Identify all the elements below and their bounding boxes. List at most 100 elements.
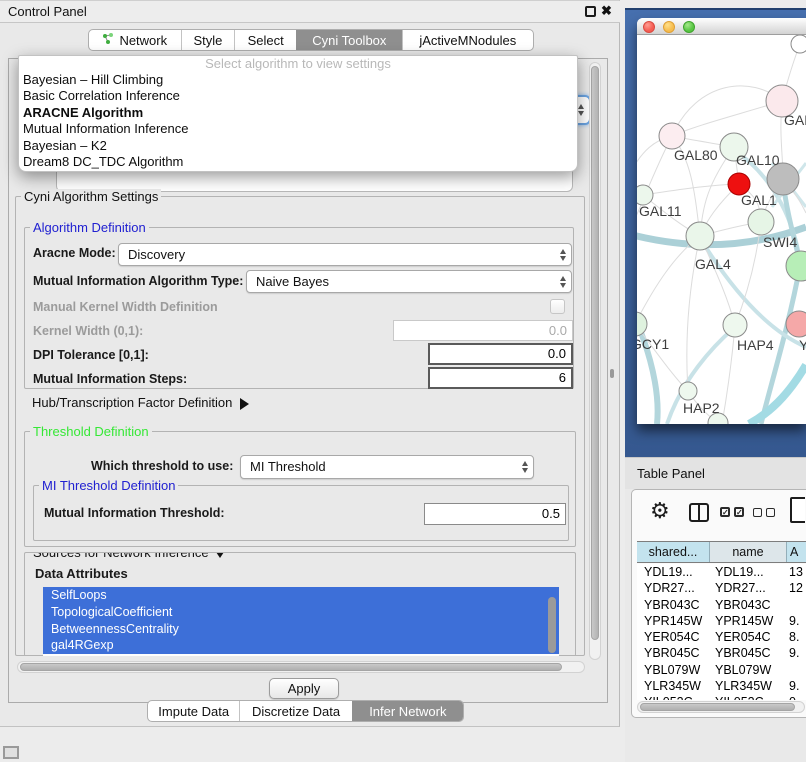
dropdown-item[interactable]: Basic Correlation Inference — [19, 88, 577, 104]
settings-vertical-scrollbar[interactable] — [589, 62, 601, 660]
mi-algorithm-type-combobox[interactable]: Naive Bayes — [246, 270, 572, 293]
network-canvas: GAL GAL80 GAL10 GAL11 GAL1 SWI4 GAL4 GCY… — [637, 35, 806, 424]
dropdown-item[interactable]: Bayesian – Hill Climbing — [19, 72, 577, 88]
app-root: Control Panel ✖ Network Style Sel — [0, 0, 806, 762]
table-row[interactable]: YPR145WYPR145W9. — [637, 613, 806, 629]
table-row[interactable]: YLR345WYLR345W9. — [637, 678, 806, 694]
nodes — [637, 35, 806, 424]
cell-shared-name: YPR145W — [637, 613, 710, 629]
tab-select[interactable]: Select — [234, 30, 296, 50]
network-node[interactable] — [637, 312, 647, 336]
threshold-definition-title: Threshold Definition — [30, 424, 152, 439]
network-node[interactable] — [679, 382, 697, 400]
collapsed-arrow-icon[interactable] — [240, 398, 249, 410]
close-panel-icon[interactable]: ✖ — [601, 3, 612, 19]
list-scrollbar-thumb[interactable] — [548, 597, 556, 653]
network-node[interactable] — [748, 209, 774, 235]
column-header-shared-name[interactable]: shared... — [637, 542, 710, 562]
sources-toggle[interactable]: Sources for Network Inference — [30, 552, 229, 560]
mi-threshold-definition-title: MI Threshold Definition — [39, 478, 178, 493]
list-item[interactable]: TopologicalCoefficient — [43, 604, 559, 621]
list-item[interactable]: SelfLoops — [43, 587, 559, 604]
dropdown-item[interactable]: Mutual Information Inference — [19, 121, 577, 137]
table-toolbar: ⚙ ✓✓ — [632, 490, 805, 537]
stepper-icon[interactable] — [522, 461, 528, 473]
kernel-width-field[interactable]: 0.0 — [393, 320, 573, 341]
table-row[interactable]: YBL079WYBL079W — [637, 662, 806, 678]
gear-icon[interactable]: ⚙ — [650, 498, 670, 524]
tab-jactivemnodules[interactable]: jActiveMNodules — [402, 30, 533, 50]
tab-cyni-toolbox[interactable]: Cyni Toolbox — [296, 30, 402, 50]
list-item[interactable]: BetweennessCentrality — [43, 621, 559, 638]
settings-horizontal-scrollbar[interactable] — [17, 661, 585, 673]
network-node[interactable] — [723, 313, 747, 337]
select-all-columns-icon[interactable]: ✓✓ — [720, 507, 744, 517]
stepper-icon[interactable] — [560, 249, 566, 261]
cell-value: 9. — [787, 678, 806, 694]
network-node[interactable] — [659, 123, 685, 149]
list-item[interactable]: gal4RGexp — [43, 637, 559, 654]
columns-icon[interactable] — [689, 503, 709, 522]
float-panel-icon[interactable] — [585, 6, 596, 17]
threshold-definition-group: Threshold Definition Which threshold to … — [24, 431, 576, 547]
network-desktop: GAL GAL80 GAL10 GAL11 GAL1 SWI4 GAL4 GCY… — [625, 8, 806, 457]
table-row[interactable]: YDL19...YDL19...13 — [637, 564, 806, 580]
column-header-name[interactable]: name — [710, 542, 787, 562]
node-label: GCY1 — [637, 336, 669, 352]
column-header-partial[interactable]: A — [787, 542, 806, 562]
mi-threshold-definition-group: MI Threshold Definition Mutual Informati… — [33, 485, 569, 541]
table-panel-header: Table Panel — [625, 457, 806, 489]
table-row[interactable]: YBR045CYBR045C9. — [637, 645, 806, 661]
network-node[interactable] — [791, 35, 806, 53]
table-horizontal-scrollbar[interactable] — [637, 701, 805, 713]
control-panel-title: Control Panel — [8, 4, 87, 19]
mi-threshold-field[interactable]: 0.5 — [424, 503, 566, 525]
network-node[interactable] — [686, 222, 714, 250]
minimize-window-icon[interactable] — [663, 21, 675, 33]
dpi-tolerance-field[interactable]: 0.0 — [428, 343, 573, 365]
hub-definition-toggle[interactable]: Hub/Transcription Factor Definition — [32, 395, 249, 410]
cell-shared-name: YDL19... — [637, 564, 710, 580]
apply-button[interactable]: Apply — [269, 678, 339, 699]
splitter-handle[interactable] — [610, 369, 614, 378]
close-window-icon[interactable] — [643, 21, 655, 33]
node-label: GAL10 — [736, 152, 780, 168]
tab-network-label: Network — [119, 33, 167, 48]
settings-horizontal-scrollbar-thumb[interactable] — [20, 663, 562, 671]
aracne-mode-combobox[interactable]: Discovery — [118, 243, 572, 266]
tab-impute-data[interactable]: Impute Data — [148, 701, 239, 721]
expanded-arrow-icon[interactable] — [214, 552, 226, 558]
cell-name: YER054C — [710, 629, 787, 645]
table-row[interactable]: YDR27...YDR27...12 — [637, 580, 806, 596]
tab-infer-network[interactable]: Infer Network — [352, 701, 463, 721]
unselect-all-columns-icon[interactable] — [753, 508, 775, 517]
cell-name: YBR043C — [710, 597, 787, 613]
network-node[interactable] — [637, 185, 653, 205]
tab-network[interactable]: Network — [89, 30, 181, 50]
zoom-window-icon[interactable] — [683, 21, 695, 33]
table-row[interactable]: YBR043CYBR043C — [637, 597, 806, 613]
table-row[interactable]: YER054CYER054C8. — [637, 629, 806, 645]
node-label: GAL — [784, 112, 806, 128]
mi-algorithm-type-value: Naive Bayes — [256, 274, 329, 289]
stepper-icon[interactable] — [560, 276, 566, 288]
table-header-row: shared... name A — [637, 541, 806, 563]
which-threshold-combobox[interactable]: MI Threshold — [240, 455, 534, 479]
dropdown-item[interactable]: Bayesian – K2 — [19, 138, 577, 154]
network-node[interactable] — [786, 251, 806, 281]
cell-value — [787, 597, 806, 613]
cell-shared-name: YER054C — [637, 629, 710, 645]
table-horizontal-scrollbar-thumb[interactable] — [640, 703, 795, 711]
dropdown-item-selected[interactable]: ARACNE Algorithm — [19, 105, 577, 121]
settings-vertical-scrollbar-thumb[interactable] — [591, 66, 599, 640]
table-row[interactable]: YIL052CYIL052C0. — [637, 694, 806, 700]
collapsed-panel-icon[interactable] — [3, 746, 19, 759]
tab-discretize-data[interactable]: Discretize Data — [239, 701, 351, 721]
bottom-tab-bar: Impute Data Discretize Data Infer Networ… — [147, 700, 464, 722]
tab-style[interactable]: Style — [181, 30, 235, 50]
dropdown-item[interactable]: Dream8 DC_TDC Algorithm — [19, 154, 577, 170]
export-table-icon[interactable] — [790, 497, 805, 523]
manual-kernel-width-checkbox[interactable] — [550, 299, 565, 314]
data-attributes-list: SelfLoops TopologicalCoefficient Between… — [43, 587, 559, 656]
mi-steps-field[interactable]: 6 — [428, 367, 573, 389]
